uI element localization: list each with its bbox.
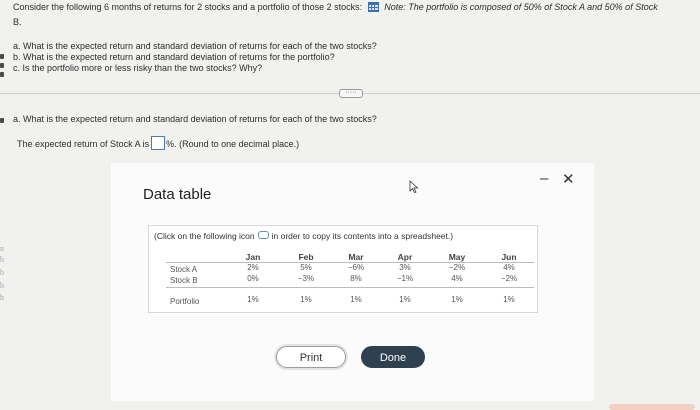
table-cell: 1% — [300, 295, 312, 304]
table-cell: −1% — [396, 274, 414, 283]
table-cell: −3% — [297, 274, 315, 283]
side-char: b — [0, 268, 4, 277]
side-char: h — [0, 293, 4, 302]
table-cell: 5% — [300, 263, 312, 272]
copy-instruction: (Click on the following icon in order to … — [154, 231, 453, 241]
row-label-stock-a: Stock A — [170, 265, 198, 274]
copy-icon[interactable] — [257, 231, 269, 239]
row-label-portfolio: Portfolio — [170, 297, 200, 306]
bullet-marker — [0, 118, 4, 123]
done-button[interactable]: Done — [361, 346, 425, 368]
table-cell: −6% — [347, 263, 365, 272]
print-button[interactable]: Print — [276, 346, 346, 368]
column-header: May — [448, 252, 466, 262]
table-cell: 4% — [503, 263, 515, 272]
table-cell: 4% — [451, 274, 463, 283]
bottom-progress-pill — [609, 404, 695, 410]
subquestion-a: a. What is the expected return and stand… — [13, 114, 377, 124]
question-intro-continued: B. — [13, 17, 22, 27]
bullet-marker — [0, 63, 4, 68]
answer-suffix: %. (Round to one decimal place.) — [166, 139, 300, 149]
bullet-marker — [0, 72, 4, 77]
row-rule — [166, 287, 534, 288]
bullet-marker — [0, 54, 4, 59]
table-cell: 8% — [350, 274, 362, 283]
row-label-stock-b: Stock B — [170, 276, 198, 285]
question-intro-text: Consider the following 6 months of retur… — [13, 2, 363, 12]
table-cell: 0% — [247, 274, 259, 283]
table-cell: 3% — [399, 263, 411, 272]
answer-prefix: The expected return of Stock A is — [17, 139, 150, 149]
table-cell: −2% — [448, 263, 466, 272]
expected-return-input[interactable] — [151, 136, 166, 150]
copy-note-suffix: in order to copy its contents into a spr… — [271, 231, 454, 241]
mouse-cursor-icon — [409, 180, 419, 193]
spreadsheet-icon[interactable] — [367, 2, 379, 12]
table-cell: −2% — [500, 274, 518, 283]
table-cell: 1% — [247, 295, 259, 304]
table-cell: 1% — [350, 295, 362, 304]
table-cell: 1% — [451, 295, 463, 304]
dialog-title: Data table — [143, 186, 212, 203]
question-intro: Consider the following 6 months of retur… — [13, 2, 658, 12]
column-header: Mar — [348, 252, 364, 262]
column-header: Apr — [397, 252, 413, 262]
answer-line: The expected return of Stock A is %. (Rou… — [17, 136, 299, 150]
minimize-icon[interactable]: – — [540, 170, 548, 187]
column-header: Feb — [298, 252, 314, 262]
table-cell: 1% — [399, 295, 411, 304]
question-part-c: c. Is the portfolio more or less risky t… — [13, 63, 263, 73]
close-icon[interactable]: ✕ — [562, 170, 575, 188]
table-cell: 1% — [503, 295, 515, 304]
copy-note-prefix: (Click on the following icon — [154, 231, 255, 241]
side-char: b — [0, 281, 4, 290]
question-part-a: a. What is the expected return and stand… — [13, 41, 377, 51]
column-header: Jan — [245, 252, 261, 262]
portfolio-note: Note: The portfolio is composed of 50% o… — [384, 2, 658, 12]
side-char: n — [0, 244, 4, 253]
question-part-b: b. What is the expected return and stand… — [13, 52, 335, 62]
left-margin-strip: n b b b h — [0, 0, 10, 408]
side-char: b — [0, 255, 4, 264]
expand-button[interactable]: ····· — [339, 89, 363, 98]
column-header: Jun — [501, 252, 517, 262]
table-cell: 2% — [247, 263, 259, 272]
